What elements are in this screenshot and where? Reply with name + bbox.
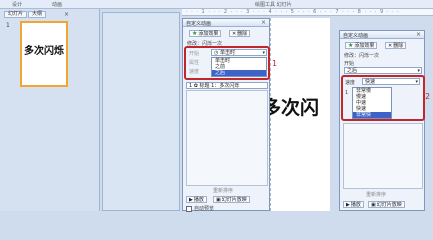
play-button[interactable]: ▶ 播放 xyxy=(343,201,364,208)
ribbon-tab-animation[interactable]: 动画 xyxy=(52,1,62,8)
autopreview-row[interactable]: 自动预览 xyxy=(186,205,214,212)
ribbon-tab-design[interactable]: 设计 xyxy=(12,1,22,8)
custom-animation-panel-2: 自定义动画 × ★ 添加效果 ✕ 删除 修改：闪烁一次 开始 之后 ▾ 速度 快… xyxy=(339,30,425,211)
secondary-pane xyxy=(102,12,180,211)
start-select[interactable]: 之后 ▾ xyxy=(344,67,422,74)
animation-list-item[interactable]: 1 ✿ 标题 1：多次闪烁 xyxy=(186,82,268,89)
autopreview-label: 自动预览 xyxy=(194,206,215,212)
panel-header: 自定义动画 × xyxy=(340,31,424,39)
remove-label: 删除 xyxy=(237,30,248,37)
ruler: · · · 1 · · · 2 · · · 3 · · · 4 · · · 5 … xyxy=(182,9,433,16)
play-icon: ▶ xyxy=(189,196,193,203)
play-label: 播放 xyxy=(350,201,361,208)
play-label: 播放 xyxy=(193,196,204,203)
custom-animation-panel-1: 自定义动画 × ★ 添加效果 ✕ 删除 修改：闪烁一次 开始 属性 速度 ◷ 单… xyxy=(182,18,270,212)
add-effect-icon: ★ xyxy=(348,41,354,49)
add-effect-label: 添加效果 xyxy=(198,30,219,37)
pane-tabs: 幻灯片 大纲 xyxy=(4,11,47,18)
modify-label: 修改：闪烁一次 xyxy=(344,53,380,59)
callout-number-2: 2 xyxy=(425,92,431,101)
add-effect-button[interactable]: ★ 添加效果 xyxy=(345,41,378,49)
slideshow-icon: ▣ xyxy=(216,196,221,203)
animation-list xyxy=(186,90,268,186)
checkbox-icon[interactable] xyxy=(186,205,192,212)
slide-number: 1 xyxy=(6,22,10,29)
remove-icon: ✕ xyxy=(388,42,393,49)
panel-title: 自定义动画 xyxy=(343,33,369,39)
play-icon: ▶ xyxy=(346,201,350,208)
reorder-label: 重新排序 xyxy=(213,188,234,194)
slideshow-icon: ▣ xyxy=(371,201,376,208)
remove-button[interactable]: ✕ 删除 xyxy=(385,42,407,49)
highlight-box-1 xyxy=(184,46,270,80)
panel-title: 自定义动画 xyxy=(186,21,212,27)
slides-pane: 幻灯片 大纲 × 1 多次闪烁 xyxy=(0,9,100,211)
close-icon[interactable]: × xyxy=(416,31,421,38)
slide-title-text[interactable]: 多次闪 xyxy=(262,93,319,120)
slideshow-button[interactable]: ▣ 幻灯片放映 xyxy=(213,196,250,203)
close-icon[interactable]: × xyxy=(261,19,266,26)
highlight-box-2 xyxy=(341,75,425,121)
thumbnail-text: 多次闪烁 xyxy=(24,46,64,57)
ribbon: 设计 动画 绘图工具 幻灯片 xyxy=(0,0,433,9)
slideshow-label: 幻灯片放映 xyxy=(221,196,247,203)
ruler-ticks: · · · 1 · · · 2 · · · 3 · · · 4 · · · 5 … xyxy=(186,9,400,15)
animation-list xyxy=(343,123,423,189)
reorder-label: 重新排序 xyxy=(366,192,387,198)
add-effect-icon: ★ xyxy=(192,29,198,37)
ribbon-title: 绘图工具 幻灯片 xyxy=(255,2,292,8)
slide-thumbnail[interactable]: 多次闪烁 xyxy=(20,21,68,87)
start-select-value: 之后 xyxy=(347,68,358,74)
tab-outline[interactable]: 大纲 xyxy=(28,11,47,18)
slideshow-label: 幻灯片放映 xyxy=(376,201,402,208)
close-icon[interactable]: × xyxy=(64,11,69,18)
add-effect-label: 添加效果 xyxy=(354,42,375,49)
callout-number-1: 1 xyxy=(272,59,278,68)
add-effect-button[interactable]: ★ 添加效果 xyxy=(189,29,222,37)
tab-slides[interactable]: 幻灯片 xyxy=(4,11,28,18)
start-label: 开始 xyxy=(344,61,355,67)
slideshow-button[interactable]: ▣ 幻灯片放映 xyxy=(368,201,405,208)
remove-button[interactable]: ✕ 删除 xyxy=(229,30,251,37)
remove-label: 删除 xyxy=(393,42,404,49)
play-button[interactable]: ▶ 播放 xyxy=(186,196,207,203)
remove-icon: ✕ xyxy=(232,30,237,37)
chevron-down-icon: ▾ xyxy=(417,68,420,74)
panel-header: 自定义动画 × xyxy=(183,19,269,27)
